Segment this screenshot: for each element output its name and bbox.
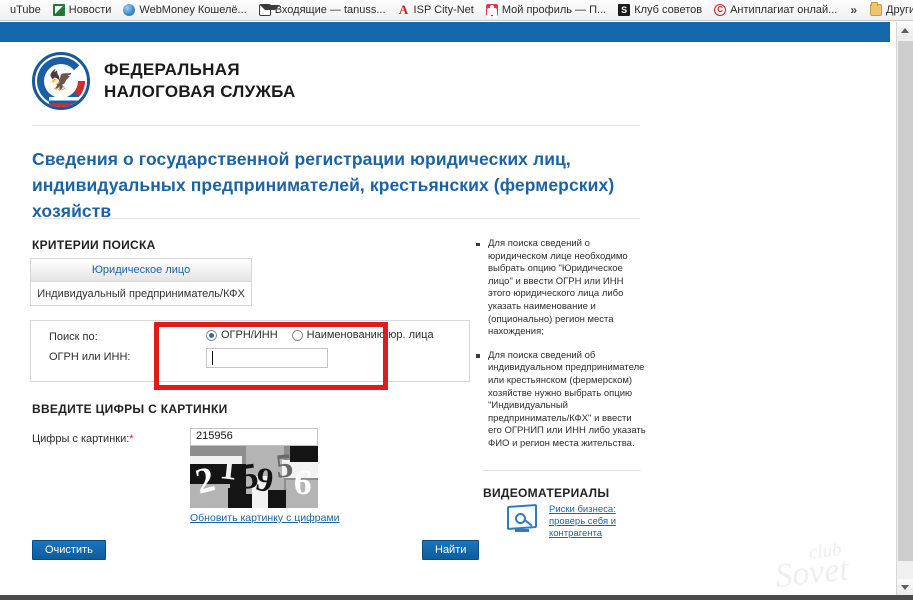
captcha-heading: ВВЕДИТЕ ЦИФРЫ С КАРТИНКИ [32,402,228,416]
bookmark-news[interactable]: Новости [47,1,118,20]
search-criteria-heading: КРИТЕРИИ ПОИСКА [32,238,156,252]
folder-icon [870,2,883,16]
profile-icon [485,4,498,16]
bookmark-isp-city-net[interactable]: A ISP City-Net [392,1,480,20]
other-bookmarks-folder[interactable]: Другие закладки [864,1,913,20]
radio-button[interactable] [206,329,217,341]
site-top-bar [0,22,890,42]
bookmark-profile[interactable]: Мой профиль — П... [480,1,612,20]
search-by-label: Поиск по: [49,331,98,343]
radio-option-ogrn-inn[interactable]: ОГРН/ИНН [206,329,278,341]
bookmark-label: Мой профиль — П... [501,3,607,16]
mail-icon [258,4,280,16]
help-hint-list: Для поиска сведений о юридическом лице н… [474,238,646,451]
list-item: Для поиска сведений об индивидуальном пр… [476,349,646,449]
fns-emblem-icon: 🦅 [32,52,90,110]
bookmark-club-sovetov[interactable]: S Клуб советов [612,1,708,20]
captcha-image: 2 1 5 9 5 6 [190,446,318,508]
watermark-line-1: club [807,539,843,564]
radio-option-company-name[interactable]: Наименованию юр. лица [291,329,434,341]
isp-city-net-icon: A [398,2,409,17]
search-button[interactable]: Найти [422,540,480,560]
watermark-line-2: Sovet [773,550,851,595]
ogrn-inn-input[interactable] [206,348,328,368]
browser-bookmarks-bar: uTube Новости WebMoney Кошелё... Входящи… [0,0,913,21]
video-link[interactable]: Риски бизнеса: проверь себя и контрагент… [549,504,629,540]
video-materials-block[interactable]: Риски бизнеса: проверь себя и контрагент… [505,503,629,540]
bookmark-label: Новости [68,3,112,16]
search-form-panel: Поиск по: ОГРН или ИНН: ОГРН/ИНН Наимено… [30,320,470,382]
page-scrollbar[interactable] [896,22,913,596]
site-header: 🦅 ФЕДЕРАЛЬНАЯ НАЛОГОВАЯ СЛУЖБА [32,52,296,110]
ogrn-inn-label: ОГРН или ИНН: [49,351,131,363]
radio-button[interactable] [291,329,303,341]
bookmark-label: ISP City-Net [413,3,474,16]
scroll-up-arrow[interactable] [897,22,913,39]
tab-individual-entrepreneur[interactable]: Индивидуальный предприниматель/КФХ [30,282,252,306]
webmoney-icon [123,4,136,16]
required-marker: * [129,433,134,445]
antiplagiat-icon: C [714,4,727,16]
bookmark-inbox[interactable]: Входящие — tanuss... [253,1,392,20]
bookmark-webmoney[interactable]: WebMoney Кошелё... [117,1,252,20]
bookmark-label: WebMoney Кошелё... [139,3,247,16]
captcha-refresh-link[interactable]: Обновить картинку с цифрами [190,512,340,524]
org-name-line-1: ФЕДЕРАЛЬНАЯ [104,60,240,79]
bookmark-youtube[interactable]: uTube [0,1,47,20]
tab-label: Юридическое лицо [91,264,191,276]
sidebar-divider [483,470,641,471]
page-content: 🦅 ФЕДЕРАЛЬНАЯ НАЛОГОВАЯ СЛУЖБА Сведения … [0,42,890,595]
captcha-input[interactable]: 215956 [190,428,318,446]
page-title: Сведения о государственной регистрации ю… [32,148,615,221]
window-bottom-edge [0,595,913,600]
help-sidebar: Для поиска сведений о юридическом лице н… [474,238,646,462]
bookmarks-overflow-button[interactable]: » [843,3,864,17]
list-item: Для поиска сведений о юридическом лице н… [476,238,646,339]
news-icon [52,4,65,16]
tab-label: Индивидуальный предприниматель/КФХ [37,287,245,300]
org-name-line-2: НАЛОГОВАЯ СЛУЖБА [104,82,296,101]
bookmark-label: uTube [10,3,41,16]
monitor-magnifier-icon [505,503,541,538]
captcha-label-text: Цифры с картинки: [32,433,130,445]
radio-label: Наименованию юр. лица [306,329,434,341]
bookmark-label: Антиплагиат онлай... [730,3,838,16]
organization-name: ФЕДЕРАЛЬНАЯ НАЛОГОВАЯ СЛУЖБА [104,59,296,103]
watermark: club Sovet [772,534,890,595]
bookmark-label: Другие закладки [886,3,913,16]
bookmark-antiplagiat[interactable]: C Антиплагиат онлай... [708,1,843,20]
clear-button[interactable]: Очистить [32,540,106,560]
video-materials-heading: ВИДЕОМАТЕРИАЛЫ [483,486,610,500]
bookmark-label: Клуб советов [634,3,703,16]
radio-label: ОГРН/ИНН [221,329,278,341]
entity-type-tabs: Юридическое лицо Индивидуальный предприн… [30,258,252,306]
scroll-down-arrow[interactable] [897,579,913,596]
header-divider [32,125,640,126]
captcha-field-label: Цифры с картинки:* [32,433,134,445]
scrollbar-thumb[interactable] [898,41,913,561]
bookmark-label: Входящие — tanuss... [274,3,386,16]
search-mode-radio-group: ОГРН/ИНН Наименованию юр. лица [206,329,434,341]
text-caret [212,351,213,365]
tab-legal-entity[interactable]: Юридическое лицо [30,258,252,282]
club-sovetov-icon: S [618,4,631,16]
title-divider [32,218,640,219]
